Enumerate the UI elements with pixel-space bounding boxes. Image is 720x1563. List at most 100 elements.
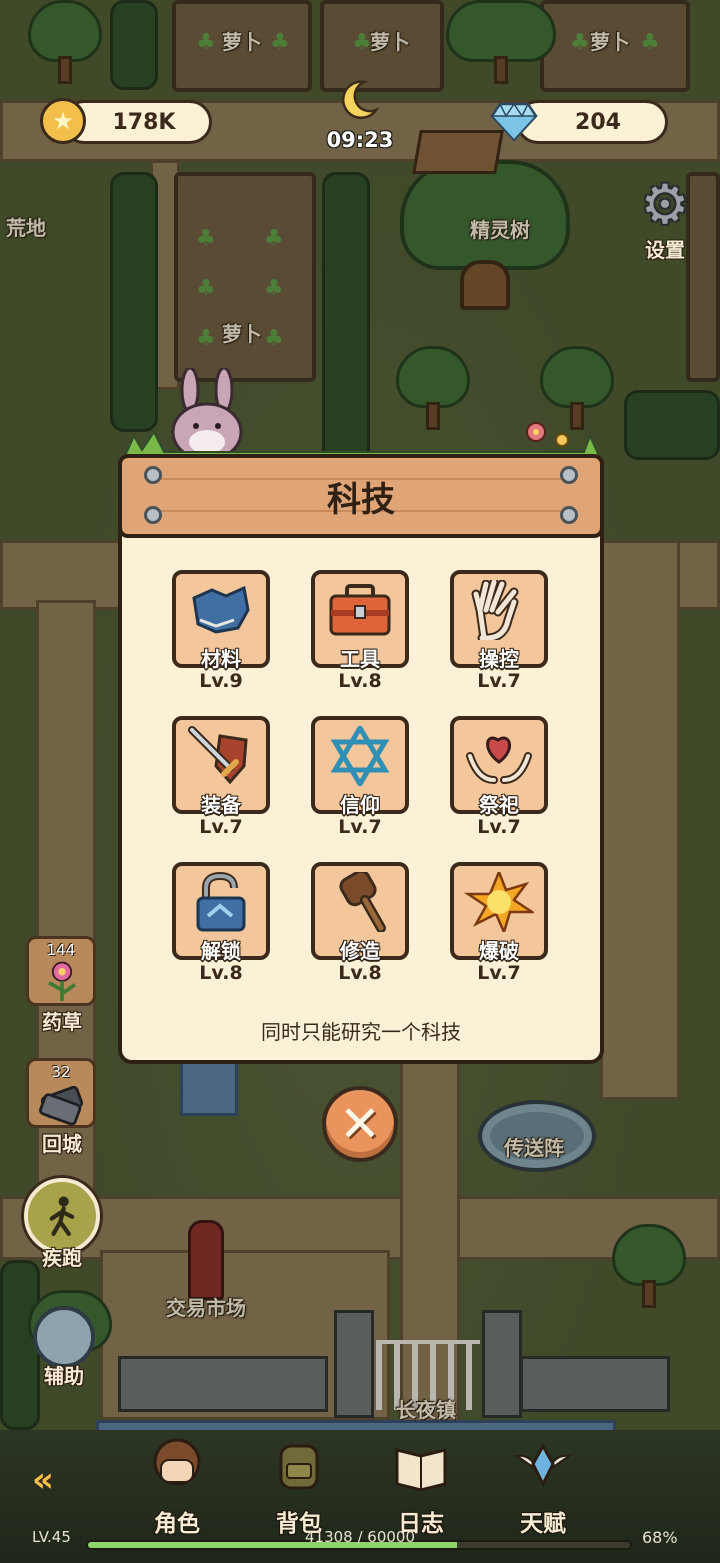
winged-gem-icon xyxy=(488,1436,598,1504)
tech-level: Lv.7 xyxy=(477,670,521,692)
tech-name: 信仰 xyxy=(340,793,380,817)
tech-name: 爆破 xyxy=(479,939,519,963)
nav-backpack[interactable]: 背包 xyxy=(244,1436,354,1538)
return-town-button[interactable]: 32 回城 xyxy=(26,1058,98,1157)
tech-item-blast[interactable]: 爆破 Lv.7 xyxy=(450,862,548,984)
mallet-icon xyxy=(339,872,386,932)
herb-button[interactable]: 144 药草 xyxy=(26,936,98,1035)
coin-amount: 178K xyxy=(112,109,176,135)
sprout-icon: ♣ xyxy=(264,226,284,251)
collapse-arrow-icon[interactable]: « xyxy=(32,1460,54,1500)
close-button[interactable]: ✕ xyxy=(322,1086,398,1162)
sprout-icon: ♣ xyxy=(570,30,590,55)
tree xyxy=(396,346,470,432)
assist-orb-icon xyxy=(33,1306,95,1368)
stone-wall xyxy=(118,1356,328,1412)
nav-talent[interactable]: 天赋 xyxy=(488,1436,598,1538)
tech-level: Lv.7 xyxy=(338,816,382,838)
gem-counter[interactable]: 204 xyxy=(516,100,668,144)
player-level: LV.45 xyxy=(32,1528,71,1546)
sprout-icon: ♣ xyxy=(196,30,216,55)
tech-level: Lv.8 xyxy=(199,962,243,984)
toolbox-icon xyxy=(329,584,391,636)
hexagram-icon xyxy=(330,726,390,786)
modal-title: 科技 xyxy=(327,480,395,520)
plot-label-carrot: 萝卜 xyxy=(370,30,410,54)
tech-item-tools[interactable]: 工具 Lv.8 xyxy=(311,570,409,692)
game-clock: 09:23 xyxy=(326,128,394,152)
gate-pillar xyxy=(334,1310,374,1418)
hedge xyxy=(110,0,158,90)
sprout-icon: ♣ xyxy=(640,30,660,55)
tech-name: 材料 xyxy=(201,647,241,671)
return-label: 回城 xyxy=(42,1132,82,1156)
market-totem[interactable] xyxy=(188,1220,224,1300)
nav-character[interactable]: 角色 xyxy=(122,1436,232,1538)
gem-amount: 204 xyxy=(575,109,621,135)
hedge xyxy=(624,390,720,460)
sprout-icon: ♣ xyxy=(264,276,284,301)
tree xyxy=(612,1224,686,1310)
sword-shield-icon xyxy=(188,726,248,785)
xp-percent: 68% xyxy=(642,1528,678,1547)
sprout-icon: ♣ xyxy=(352,30,372,55)
research-note: 同时只能研究一个科技 xyxy=(261,1020,461,1044)
tech-item-faith[interactable]: 信仰 Lv.7 xyxy=(311,716,409,838)
tech-item-control[interactable]: 操控 Lv.7 xyxy=(450,570,548,692)
material-icon xyxy=(192,585,250,634)
tech-level: Lv.9 xyxy=(199,670,243,692)
wasteland-label: 荒地 xyxy=(6,216,46,240)
character-icon xyxy=(122,1436,232,1504)
tech-level: Lv.7 xyxy=(199,816,243,838)
tech-name: 工具 xyxy=(340,647,380,671)
nav-journal[interactable]: 日志 xyxy=(366,1436,476,1538)
tech-name: 解锁 xyxy=(201,939,241,963)
tech-name: 操控 xyxy=(479,647,519,671)
nav-label: 角色 xyxy=(154,1511,200,1537)
herb-flower-icon xyxy=(48,961,76,1002)
tech-name: 祭祀 xyxy=(479,793,519,817)
hedge xyxy=(110,172,158,432)
tech-level: Lv.7 xyxy=(477,962,521,984)
teleport-label: 传送阵 xyxy=(504,1136,564,1160)
book-icon xyxy=(366,1436,476,1504)
tech-item-material[interactable]: 材料 Lv.9 xyxy=(172,570,270,692)
tech-level: Lv.8 xyxy=(338,962,382,984)
offering-heart-icon xyxy=(466,736,532,784)
plot-label-carrot: 萝卜 xyxy=(222,322,262,346)
sprint-button[interactable]: 疾跑 xyxy=(22,1178,102,1271)
map-path xyxy=(600,540,680,1100)
spirit-tree-label: 精灵树 xyxy=(470,218,530,242)
tech-item-sacrifice[interactable]: 祭祀 Lv.7 xyxy=(450,716,548,838)
explosion-icon xyxy=(464,872,534,932)
tech-level: Lv.8 xyxy=(338,670,382,692)
town-label: 长夜镇 xyxy=(396,1398,456,1422)
sprout-icon: ♣ xyxy=(196,276,216,301)
diamond-icon xyxy=(490,102,538,142)
backpack-icon xyxy=(244,1436,354,1504)
sprint-label: 疾跑 xyxy=(42,1246,82,1270)
gear-icon: ⚙ xyxy=(640,173,690,236)
xp-text: 41308 / 60000 xyxy=(304,1528,416,1546)
gate-pillar xyxy=(482,1310,522,1418)
market-label: 交易市场 xyxy=(166,1296,246,1320)
plot-label-carrot: 萝卜 xyxy=(590,30,630,54)
tech-item-unlock[interactable]: 解锁 Lv.8 xyxy=(172,862,270,984)
settings-button[interactable]: ⚙ 设置 xyxy=(630,173,700,263)
settings-label: 设置 xyxy=(645,238,685,262)
assist-button[interactable]: 辅助 xyxy=(24,1306,104,1389)
running-person-icon xyxy=(49,1196,75,1236)
hand-icon xyxy=(471,580,519,640)
tech-level: Lv.7 xyxy=(477,816,521,838)
herb-label: 药草 xyxy=(42,1010,82,1034)
padlock-icon xyxy=(196,872,246,932)
plot-label-carrot: 萝卜 xyxy=(222,30,262,54)
assist-label: 辅助 xyxy=(44,1364,84,1388)
tree xyxy=(28,0,102,86)
scroll-icon xyxy=(39,1085,84,1125)
tech-item-equipment[interactable]: 装备 Lv.7 xyxy=(172,716,270,838)
sprout-icon: ♣ xyxy=(196,226,216,251)
moon-icon xyxy=(341,80,380,120)
tech-item-build[interactable]: 修造 Lv.8 xyxy=(311,862,409,984)
sprout-icon: ♣ xyxy=(264,326,284,351)
